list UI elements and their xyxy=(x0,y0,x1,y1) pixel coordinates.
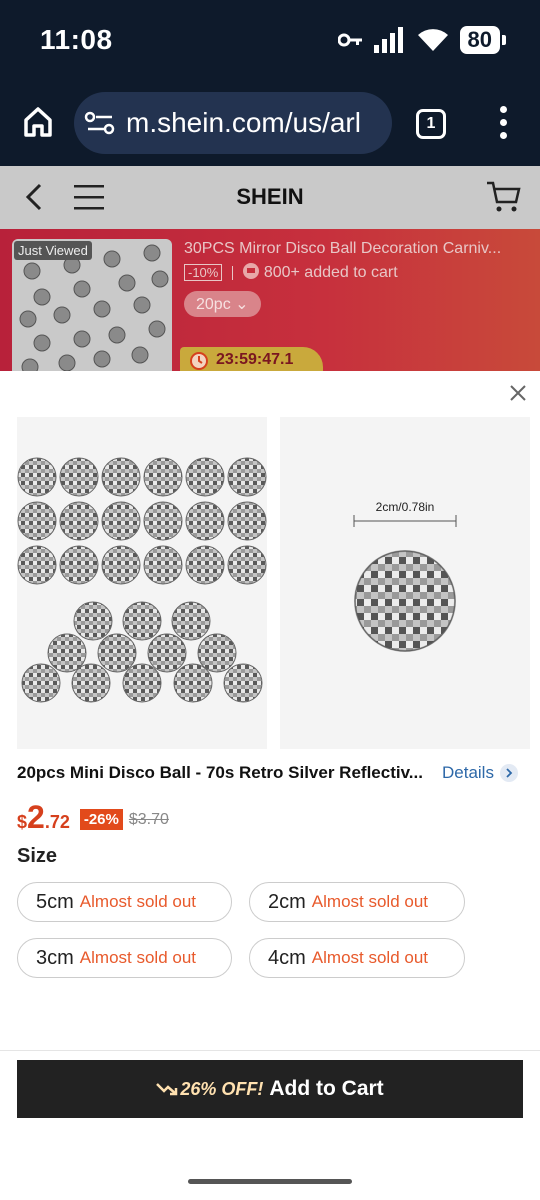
banner-meta-row: -10% 800+ added to cart xyxy=(184,263,398,282)
status-icons: 80 xyxy=(337,26,507,54)
details-link[interactable]: Details xyxy=(442,763,518,783)
banner-variant-selector[interactable]: 20pc ⌄ xyxy=(184,291,261,317)
disco-ball xyxy=(17,457,57,497)
size-option-3cm[interactable]: 3cm Almost sold out xyxy=(17,938,232,978)
url-bar[interactable]: m.shein.com/us/arl xyxy=(74,92,392,154)
disco-ball xyxy=(21,663,61,703)
single-disco-ball-image: 2cm/0.78in xyxy=(353,500,457,652)
home-indicator[interactable] xyxy=(188,1179,352,1184)
added-to-cart-text: 800+ added to cart xyxy=(243,263,398,282)
just-viewed-badge: Just Viewed xyxy=(14,241,92,260)
site-settings-icon[interactable] xyxy=(84,109,116,137)
disco-ball xyxy=(171,601,211,641)
disco-ball xyxy=(47,633,87,673)
price-row: $ 2 .72 -26% $3.70 xyxy=(17,799,169,836)
size-option-5cm[interactable]: 5cm Almost sold out xyxy=(17,882,232,922)
size-annotation: 2cm/0.78in xyxy=(376,500,435,514)
site-header: SHEIN xyxy=(0,166,540,229)
disco-ball xyxy=(97,633,137,673)
disco-ball xyxy=(143,457,183,497)
key-icon xyxy=(337,33,362,47)
size-heading: Size xyxy=(17,845,58,867)
disco-ball xyxy=(197,633,237,673)
trend-down-icon xyxy=(156,1083,178,1096)
size-option-4cm[interactable]: 4cm Almost sold out xyxy=(249,938,465,978)
disco-ball xyxy=(185,501,225,541)
url-text: m.shein.com/us/arl xyxy=(126,107,361,138)
product-image-size[interactable]: 2cm/0.78in xyxy=(280,417,530,749)
divider xyxy=(232,265,234,280)
disco-ball xyxy=(223,663,263,703)
alarm-clock-icon xyxy=(190,352,208,370)
battery-indicator: 80 xyxy=(459,26,507,54)
disco-ball xyxy=(101,457,141,497)
promo-text: 26% OFF! xyxy=(180,1078,264,1099)
more-menu-icon[interactable] xyxy=(496,106,510,142)
product-image-main[interactable] xyxy=(17,417,267,749)
disco-ball xyxy=(122,663,162,703)
add-to-cart-label: Add to Cart xyxy=(269,1077,384,1100)
shein-logo[interactable]: SHEIN xyxy=(0,184,540,210)
banner-product-thumbnail[interactable]: Just Viewed xyxy=(12,239,172,371)
disco-ball xyxy=(59,501,99,541)
size-option-2cm[interactable]: 2cm Almost sold out xyxy=(249,882,465,922)
cart-icon[interactable] xyxy=(486,180,522,214)
just-viewed-banner[interactable]: Just Viewed 30PCS Mirror Disco Ball Deco… xyxy=(0,229,540,371)
disco-ball xyxy=(59,457,99,497)
discount-badge: -26% xyxy=(79,809,123,830)
banner-discount-tag: -10% xyxy=(184,264,223,281)
price-integer: 2 xyxy=(27,799,45,835)
disco-ball xyxy=(101,501,141,541)
product-title[interactable]: 20pcs Mini Disco Ball - 70s Retro Silver… xyxy=(17,763,439,783)
disco-balls-grid-image xyxy=(17,457,267,703)
disco-ball xyxy=(122,601,162,641)
size-selection-sheet: 2cm/0.78in 20pcs Mini Disco Ball - 70s R… xyxy=(0,371,540,1200)
disco-ball xyxy=(227,501,267,541)
disco-ball xyxy=(17,545,57,585)
disco-ball xyxy=(17,501,57,541)
disco-ball xyxy=(147,633,187,673)
status-time: 11:08 xyxy=(40,24,113,55)
status-bar: 11:08 80 xyxy=(0,0,540,82)
price-currency: $ xyxy=(17,812,28,832)
signal-icon xyxy=(373,27,403,53)
original-price: $3.70 xyxy=(128,811,169,828)
disco-ball xyxy=(185,457,225,497)
close-icon[interactable] xyxy=(508,383,528,403)
browser-toolbar: m.shein.com/us/arl 1 xyxy=(0,82,540,166)
countdown-timer: 23:59:47.1 xyxy=(180,347,324,371)
disco-ball xyxy=(143,501,183,541)
price-decimal: .72 xyxy=(44,812,70,832)
footer-divider xyxy=(0,1050,540,1051)
disco-ball xyxy=(143,545,183,585)
disco-ball xyxy=(73,601,113,641)
disco-ball xyxy=(101,545,141,585)
disco-ball xyxy=(227,545,267,585)
disco-ball xyxy=(227,457,267,497)
disco-ball xyxy=(173,663,213,703)
disco-ball xyxy=(71,663,111,703)
wifi-icon xyxy=(417,29,448,51)
disco-ball xyxy=(185,545,225,585)
tab-switcher-button[interactable]: 1 xyxy=(416,109,446,139)
disco-ball xyxy=(59,545,99,585)
add-to-cart-button[interactable]: 26% OFF! Add to Cart xyxy=(17,1060,523,1118)
banner-product-title[interactable]: 30PCS Mirror Disco Ball Decoration Carni… xyxy=(184,240,529,258)
chevron-right-icon xyxy=(499,764,518,782)
cart-badge-icon xyxy=(243,263,260,279)
chevron-down-icon: ⌄ xyxy=(235,296,249,313)
home-icon[interactable] xyxy=(18,102,58,142)
